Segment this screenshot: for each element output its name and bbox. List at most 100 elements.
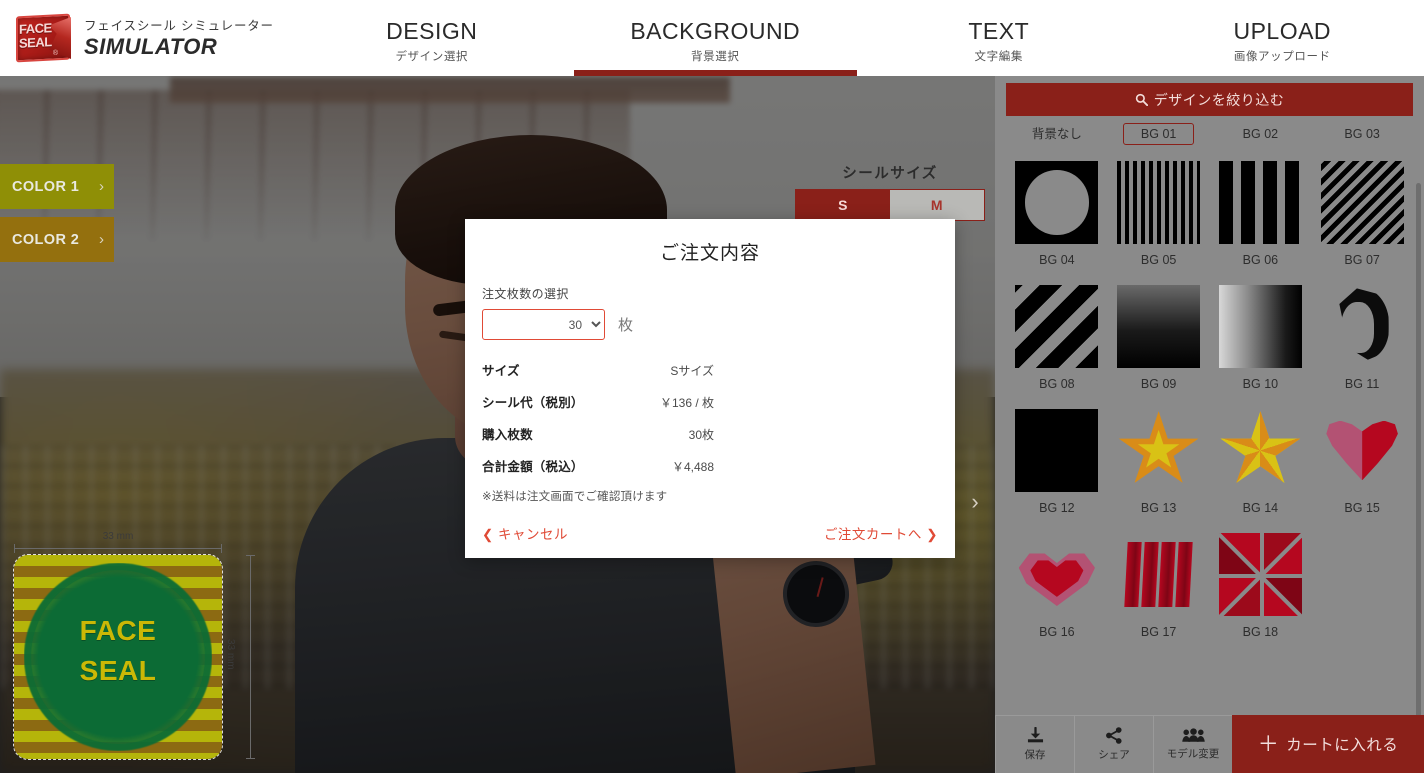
brand-subtitle: フェイスシール シミュレーター xyxy=(84,18,274,33)
bg-item-bg02[interactable]: BG 02 xyxy=(1210,123,1312,161)
tab-background[interactable]: BACKGROUND 背景選択 xyxy=(573,0,858,76)
quantity-select[interactable]: 30501002003005001000 xyxy=(482,309,605,340)
bg-item-bg16[interactable]: BG 16 xyxy=(1006,533,1108,657)
bg-thumb-diagonal-thin-stripes xyxy=(1320,161,1404,244)
bg-item-label: BG 14 xyxy=(1242,501,1279,515)
size-option-m[interactable]: M xyxy=(890,190,984,220)
bg-item-bg17[interactable]: BG 17 xyxy=(1108,533,1210,657)
logo-text-line2: SEAL xyxy=(19,34,52,51)
tab-text-en: TEXT xyxy=(968,17,1030,44)
tab-upload-ja: 画像アップロード xyxy=(1233,50,1331,63)
dialog-title: ご注文内容 xyxy=(659,243,760,264)
bg-item-bg08[interactable]: BG 08 xyxy=(1006,285,1108,409)
sticker-text-line1: FACE xyxy=(79,615,157,646)
dimension-width: 33 mm xyxy=(14,531,222,555)
spec-key: 購入枚数 xyxy=(482,428,533,442)
bg-item-bg13[interactable]: BG 13 xyxy=(1108,409,1210,533)
sticker-canvas[interactable]: FACE SEAL xyxy=(13,554,223,760)
tab-text-ja: 文字編集 xyxy=(974,50,1023,63)
logo-registered-mark: ® xyxy=(52,50,58,57)
spec-key: シール代（税別） xyxy=(482,396,584,410)
bg-thumb-flag-bars xyxy=(1117,533,1201,616)
go-to-cart-button[interactable]: ご注文カートへ ❯ xyxy=(824,523,938,543)
sticker-text: FACE SEAL xyxy=(14,611,222,691)
bg-thumb-vertical-thick-stripes xyxy=(1218,161,1302,244)
dimension-width-label: 33 mm xyxy=(102,531,134,542)
panel-toolbar: 保存 シェア モデル変更 ＋ カートに入れる xyxy=(995,715,1424,773)
color-2-button[interactable]: COLOR 2 › xyxy=(0,217,114,262)
bg-item-label: BG 06 xyxy=(1242,253,1279,267)
bg-item-bg15[interactable]: BG 15 xyxy=(1311,409,1413,533)
panel-scrollbar[interactable] xyxy=(1416,183,1421,715)
filter-designs-button[interactable]: デザインを絞り込む xyxy=(1006,83,1413,116)
brand-logo[interactable]: FACE SEAL ® フェイスシール シミュレーター SIMULATOR xyxy=(0,0,290,76)
download-icon xyxy=(1027,727,1043,743)
change-model-button[interactable]: モデル変更 xyxy=(1153,715,1232,773)
spec-value: Sサイズ xyxy=(670,364,714,378)
save-button[interactable]: 保存 xyxy=(995,715,1074,773)
seal-size-selector: シールサイズ S M xyxy=(795,162,985,221)
bg-item-bg07[interactable]: BG 07 xyxy=(1311,161,1413,285)
bg-item-none[interactable]: 背景なし xyxy=(1006,123,1108,161)
background-scroll-area[interactable]: 背景なし BG 01 BG 02 BG 03 BG 04 BG 05 BG 06… xyxy=(995,123,1424,715)
filter-designs-label: デザインを絞り込む xyxy=(1153,91,1285,108)
bg-thumb-face-silhouette xyxy=(1320,285,1404,368)
spec-row-size: サイズ Sサイズ xyxy=(482,360,714,379)
bg-item-label: BG 11 xyxy=(1344,377,1380,391)
people-icon xyxy=(1181,728,1205,742)
color-1-button[interactable]: COLOR 1 › xyxy=(0,164,114,209)
bg-item-bg05[interactable]: BG 05 xyxy=(1108,161,1210,285)
change-model-label: モデル変更 xyxy=(1166,748,1220,760)
order-spec-table: サイズ Sサイズ シール代（税別） ￥136 / 枚 購入枚数 30枚 合計金額… xyxy=(482,360,714,475)
chevron-right-icon: › xyxy=(971,489,979,514)
share-label: シェア xyxy=(1098,749,1130,761)
spec-row-total: 合計金額（税込） ￥4,488 xyxy=(482,456,714,475)
carousel-next-button[interactable]: › xyxy=(958,481,992,523)
faceseal-logo-icon: FACE SEAL ® xyxy=(14,13,74,63)
bg-thumb-vertical-thin-stripes xyxy=(1117,161,1201,244)
bg-item-label: BG 04 xyxy=(1039,253,1075,267)
bg-item-bg04[interactable]: BG 04 xyxy=(1006,161,1108,285)
tab-text[interactable]: TEXT 文字編集 xyxy=(857,0,1141,76)
bg-item-bg12[interactable]: BG 12 xyxy=(1006,409,1108,533)
bg-item-bg03[interactable]: BG 03 xyxy=(1311,123,1413,161)
background-thumbnail-grid: BG 04 BG 05 BG 06 BG 07 BG 08 BG 09 BG 1… xyxy=(1006,161,1413,657)
bg-item-bg14[interactable]: BG 14 xyxy=(1210,409,1312,533)
cancel-button[interactable]: ❮ キャンセル xyxy=(482,523,568,543)
size-option-s[interactable]: S xyxy=(796,190,890,220)
bg-item-bg10[interactable]: BG 10 xyxy=(1210,285,1312,409)
bg-item-label: BG 08 xyxy=(1039,377,1075,391)
tab-design-en: DESIGN xyxy=(386,17,478,44)
main-nav: DESIGN デザイン選択 BACKGROUND 背景選択 TEXT 文字編集 … xyxy=(290,0,1424,76)
chevron-right-icon: › xyxy=(99,178,104,195)
color-2-label: COLOR 2 xyxy=(12,231,80,248)
add-to-cart-label: カートに入れる xyxy=(1286,737,1399,754)
bg-item-bg11[interactable]: BG 11 xyxy=(1311,285,1413,409)
bg-thumb-pinwheel xyxy=(1218,533,1302,616)
bg-item-label: BG 12 xyxy=(1039,501,1075,515)
bg-item-bg06[interactable]: BG 06 xyxy=(1210,161,1312,285)
bg-thumb-vertical-gradient xyxy=(1117,285,1201,368)
bg-item-label: BG 16 xyxy=(1039,625,1075,639)
add-to-cart-button[interactable]: ＋ カートに入れる xyxy=(1232,715,1424,773)
tab-upload[interactable]: UPLOAD 画像アップロード xyxy=(1141,0,1424,76)
bg-thumb-heart-smooth xyxy=(1320,409,1404,492)
bg-item-label: BG 07 xyxy=(1344,253,1380,267)
color-1-label: COLOR 1 xyxy=(12,178,80,195)
tab-background-en: BACKGROUND xyxy=(630,17,801,44)
share-button[interactable]: シェア xyxy=(1074,715,1153,773)
bg-item-bg01[interactable]: BG 01 xyxy=(1108,123,1210,161)
bg-item-label: BG 02 xyxy=(1242,127,1279,141)
bg-thumb-star-outline xyxy=(1117,409,1201,492)
bg-item-bg09[interactable]: BG 09 xyxy=(1108,285,1210,409)
tab-design-ja: デザイン選択 xyxy=(395,50,469,63)
bg-item-bg18[interactable]: BG 18 xyxy=(1210,533,1312,657)
bg-thumb-heart-pixel xyxy=(1015,533,1099,616)
bg-thumb-solid-black xyxy=(1015,409,1099,492)
tab-upload-en: UPLOAD xyxy=(1233,17,1332,44)
tab-design[interactable]: DESIGN デザイン選択 xyxy=(290,0,574,76)
order-summary-dialog: ご注文内容 注文枚数の選択 30501002003005001000 枚 サイズ… xyxy=(465,219,955,558)
background-panel: デザインを絞り込む 背景なし BG 01 BG 02 BG 03 BG 04 B… xyxy=(995,76,1424,773)
spec-value: 30枚 xyxy=(688,428,714,442)
dimension-height-label: 33 mm xyxy=(225,639,236,670)
